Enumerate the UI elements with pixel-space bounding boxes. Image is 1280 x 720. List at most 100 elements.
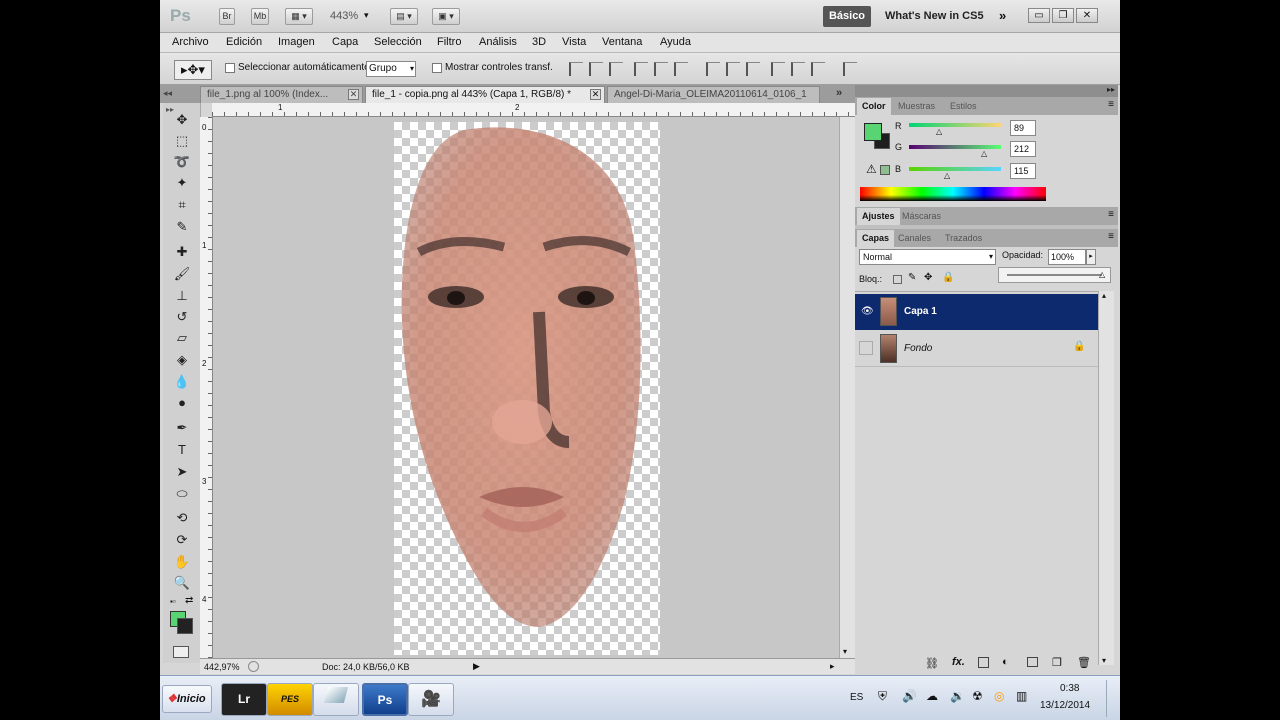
paint-bucket-tool-icon[interactable]: ◈	[171, 351, 193, 369]
fx-icon[interactable]: fx.	[952, 656, 965, 668]
tray-icon-5[interactable]: ◎	[994, 689, 1004, 703]
language-indicator[interactable]: ES	[850, 692, 863, 703]
tray-icon-3[interactable]: ☁	[926, 689, 938, 703]
menu-vista[interactable]: Vista	[562, 36, 586, 48]
show-desktop-button[interactable]	[1106, 680, 1118, 717]
healing-brush-tool-icon[interactable]: ✚	[171, 243, 193, 261]
auto-select-checkbox[interactable]	[225, 63, 235, 73]
lock-position-icon[interactable]: ✥	[924, 272, 932, 283]
align-top-icon[interactable]	[569, 62, 583, 76]
tab-ajustes[interactable]: Ajustes	[857, 208, 900, 225]
quick-select-tool-icon[interactable]: ✦	[171, 174, 193, 192]
menu-seleccion[interactable]: Selección	[374, 36, 422, 48]
status-info-icon[interactable]	[248, 661, 259, 672]
status-zoom[interactable]: 442,97%	[204, 662, 240, 672]
show-transform-checkbox[interactable]	[432, 63, 442, 73]
r-slider[interactable]	[909, 123, 1001, 127]
opacity-slider-track[interactable]	[1007, 274, 1102, 276]
collapse-panels-icon[interactable]: ▸▸	[1107, 85, 1115, 94]
tab-trazados[interactable]: Trazados	[940, 230, 987, 247]
close-icon[interactable]: ✕	[348, 89, 359, 100]
g-value-input[interactable]: 212	[1010, 141, 1036, 157]
align-left-icon[interactable]	[634, 62, 648, 76]
3d-rotate-tool-icon[interactable]: ⟲	[171, 509, 193, 527]
zoom-tool-icon[interactable]: 🔍	[171, 574, 193, 592]
add-mask-icon[interactable]	[978, 657, 989, 668]
tab-capas[interactable]: Capas	[857, 230, 895, 247]
swap-colors-icon[interactable]: ⇄	[185, 595, 193, 606]
zoom-level[interactable]: 443%	[330, 10, 358, 22]
start-button[interactable]: ❖Inicio	[162, 685, 212, 713]
new-group-icon[interactable]	[1027, 657, 1038, 667]
hand-tool-icon[interactable]: ✋	[171, 553, 193, 571]
new-layer-icon[interactable]: ❐	[1052, 656, 1062, 669]
clock-date[interactable]: 13/12/2014	[1040, 700, 1090, 711]
distribute-left-icon[interactable]	[771, 62, 785, 76]
volume-icon[interactable]: 🔉	[950, 689, 965, 703]
arrange-documents-button[interactable]: ▤ ▾	[390, 8, 418, 25]
scroll-down-icon[interactable]: ▾	[843, 647, 847, 656]
distribute-top-icon[interactable]	[706, 62, 720, 76]
menu-imagen[interactable]: Imagen	[278, 36, 315, 48]
close-icon[interactable]: ✕	[590, 89, 601, 100]
marquee-tool-icon[interactable]: ⬚	[171, 132, 193, 150]
trash-icon[interactable]: 🗑	[1077, 656, 1091, 669]
tab-color[interactable]: Color	[857, 98, 891, 115]
tab-file-1-copia[interactable]: file_1 - copia.png al 443% (Capa 1, RGB/…	[365, 86, 605, 103]
b-slider-thumb-icon[interactable]: △	[944, 171, 950, 180]
3d-orbit-tool-icon[interactable]: ⟳	[171, 531, 193, 549]
lock-image-icon[interactable]: ✎	[908, 272, 916, 283]
eraser-tool-icon[interactable]: ▱	[171, 329, 193, 347]
b-slider[interactable]	[909, 167, 1001, 171]
view-extras-button[interactable]: ▦ ▾	[285, 8, 313, 25]
bridge-button[interactable]: Br	[219, 8, 235, 25]
taskbar-photoshop[interactable]: Ps	[362, 683, 408, 716]
ellipse-tool-icon[interactable]: ⬭	[171, 485, 193, 503]
opacity-slider-thumb-icon[interactable]: △	[1099, 270, 1105, 279]
path-selection-tool-icon[interactable]: ➤	[171, 463, 193, 481]
document-canvas[interactable]	[213, 117, 839, 658]
pen-tool-icon[interactable]: ✒	[171, 419, 193, 437]
link-layers-icon[interactable]: ⛓	[925, 657, 939, 670]
warning-icon[interactable]: ⚠	[866, 162, 877, 176]
move-tool-icon[interactable]: ✥	[171, 111, 193, 129]
screen-mode-button[interactable]: ▣ ▾	[432, 8, 460, 25]
menu-capa[interactable]: Capa	[332, 36, 358, 48]
dodge-tool-icon[interactable]: ●	[171, 394, 193, 412]
color-fg-swatch[interactable]	[864, 123, 882, 141]
tray-icon-4[interactable]: ☢	[972, 689, 983, 703]
align-right-icon[interactable]	[674, 62, 688, 76]
panel-menu-icon[interactable]: ≡	[1108, 231, 1114, 242]
taskbar-media-app[interactable]: 🎥	[408, 683, 454, 716]
panel-menu-icon[interactable]: ≡	[1108, 99, 1114, 110]
move-tool-preset-picker[interactable]: ▸✥▾	[174, 60, 212, 80]
r-slider-thumb-icon[interactable]: △	[936, 127, 942, 136]
opacity-slider-popup[interactable]: △	[998, 267, 1111, 283]
double-chevron-right-icon[interactable]: »	[999, 8, 1006, 23]
close-button[interactable]: ✕	[1076, 8, 1098, 23]
align-bottom-icon[interactable]	[609, 62, 623, 76]
lock-all-icon[interactable]: 🔒	[942, 272, 954, 283]
quick-mask-icon[interactable]	[173, 646, 189, 658]
status-menu-arrow-icon[interactable]: ▶	[473, 661, 480, 672]
layer-row-capa-1[interactable]: 👁 Capa 1	[855, 294, 1098, 330]
panel-menu-icon[interactable]: ≡	[1108, 209, 1114, 220]
menu-3d[interactable]: 3D	[532, 36, 546, 48]
network-icon[interactable]: ▥	[1016, 689, 1027, 703]
workspace-basico-button[interactable]: Básico	[823, 6, 871, 27]
menu-ayuda[interactable]: Ayuda	[660, 36, 691, 48]
chevron-down-icon[interactable]: ▾	[364, 10, 369, 21]
eyedropper-tool-icon[interactable]: ✎	[171, 218, 193, 236]
scroll-up-icon[interactable]: ▴	[1102, 291, 1106, 300]
tab-estilos[interactable]: Estilos	[945, 98, 982, 115]
menu-edicion[interactable]: Edición	[226, 36, 262, 48]
blur-tool-icon[interactable]: 💧	[171, 373, 193, 391]
taskbar-pes[interactable]: PES	[267, 683, 313, 716]
eye-visibility-icon[interactable]: 👁	[861, 306, 874, 317]
history-brush-tool-icon[interactable]: ↺	[171, 308, 193, 326]
collapse-icon[interactable]: ◂◂	[163, 88, 172, 99]
align-hcenter-icon[interactable]	[654, 62, 668, 76]
type-tool-icon[interactable]: T	[171, 441, 193, 459]
distribute-right-icon[interactable]	[811, 62, 825, 76]
whats-new-link[interactable]: What's New in CS5	[885, 10, 984, 22]
